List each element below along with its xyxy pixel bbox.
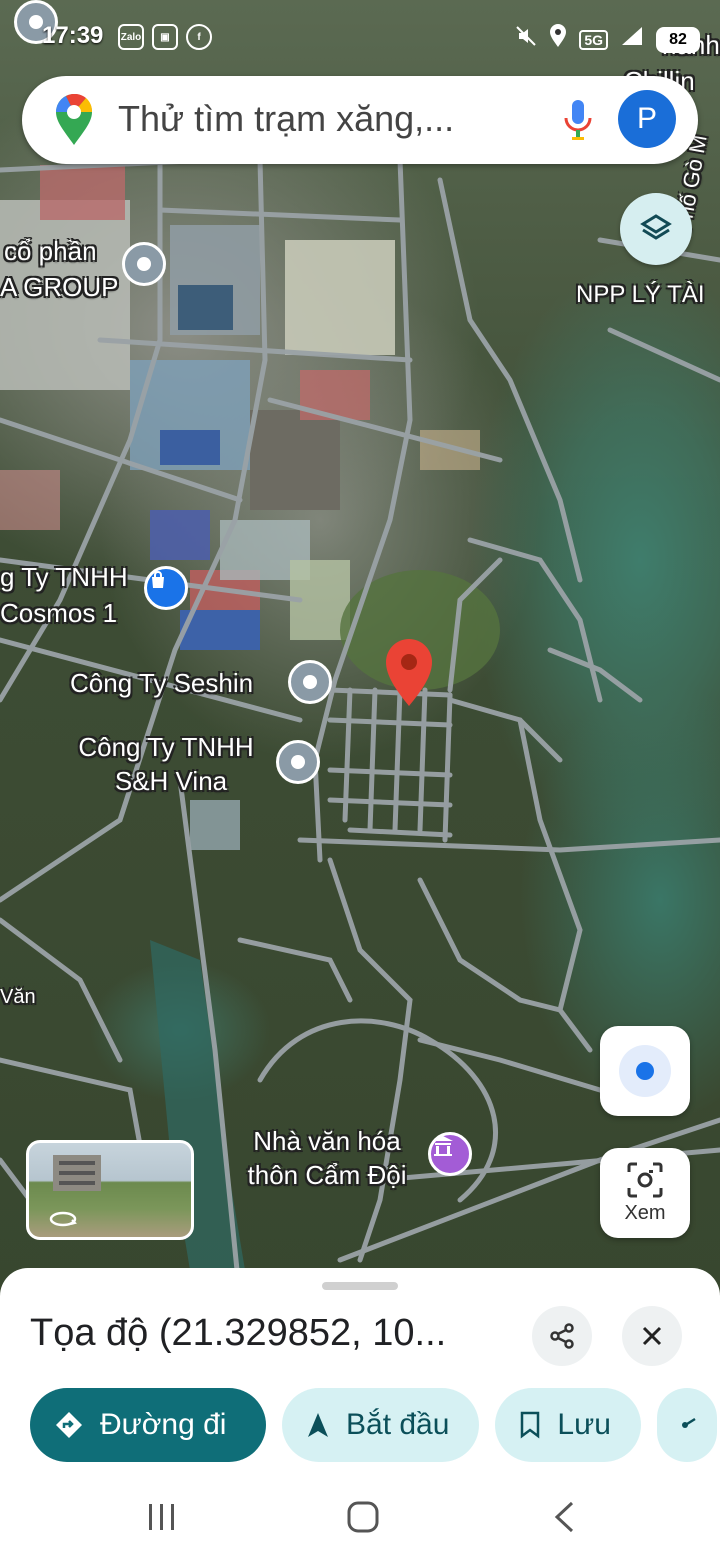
location-status-icon [549,24,567,55]
signal-icon [620,25,644,54]
close-button[interactable] [622,1306,682,1366]
search-placeholder[interactable]: Thử tìm trạm xăng,... [118,98,454,140]
start-label: Bắt đầu [346,1408,450,1441]
lens-view-button[interactable]: Xem [600,1148,690,1238]
zalo-icon: Zalo [118,24,144,50]
share-icon [550,1323,574,1349]
poi-pin-seshin[interactable] [288,660,332,704]
thumbnail-building [53,1155,101,1191]
map-label-company-1-line2: A GROUP [0,272,119,302]
action-chips: Đường đi Bắt đầu Lưu [30,1388,717,1462]
map-label-shvina-line2: S&H Vina [114,766,228,796]
account-avatar[interactable]: P [618,90,676,148]
battery-icon: 82 [656,26,700,53]
screenshot-icon: ▣ [152,24,178,50]
status-bar: 17:39 Zalo ▣ f 5G 82 [0,18,720,58]
map-label-seshin: Công Ty Seshin [70,668,254,698]
facebook-icon: f [186,24,212,50]
network-5g-icon: 5G [579,29,608,50]
share-button[interactable] [532,1306,592,1366]
share-chip-icon [681,1417,696,1428]
directions-button[interactable]: Đường đi [30,1388,266,1462]
map-label-company-1-line1: cổ phần [4,236,97,266]
temple-icon [433,1136,453,1156]
map-label-npp: NPP LÝ TÀI [576,281,705,308]
search-bar[interactable]: Thử tìm trạm xăng,... P [22,76,698,164]
save-button[interactable]: Lưu [495,1388,641,1462]
bookmark-icon [521,1411,540,1439]
coordinates-title: Tọa độ (21.329852, 10... [30,1312,447,1354]
drag-handle[interactable] [322,1282,398,1290]
poi-pin-culture-house[interactable] [428,1132,472,1176]
status-time: 17:39 [42,22,104,49]
save-label: Lưu [557,1408,611,1441]
map-label-culture-line2: thôn Cẩm Đội [247,1160,407,1190]
directions-icon [56,1412,82,1438]
google-maps-logo-icon [56,94,93,145]
mute-icon [515,25,537,54]
shopping-bag-icon [152,571,164,588]
back-icon[interactable] [552,1500,576,1534]
layers-icon [640,214,672,240]
layers-button[interactable] [620,193,692,265]
poi-pin-company-group[interactable] [122,242,166,286]
map-label-van: Văn [0,986,36,1008]
recent-apps-icon[interactable] [146,1500,178,1534]
map-label-shvina-line1: Công Ty TNHH [78,732,254,762]
360-rotate-icon [49,1211,77,1227]
directions-label: Đường đi [100,1408,227,1441]
camera-lens-icon [627,1162,663,1198]
poi-pin-shopping[interactable] [144,566,188,610]
my-location-button[interactable] [600,1026,690,1116]
poi-pin-shvina[interactable] [276,740,320,784]
microphone-icon[interactable] [562,98,594,142]
my-location-icon [619,1045,671,1097]
map-label-cosmos-line1: g Ty TNHH [0,562,128,592]
navigation-arrow-icon [308,1413,328,1437]
street-view-thumbnail[interactable] [26,1140,194,1240]
close-icon [642,1326,662,1346]
map-label-cosmos-line2: Cosmos 1 [0,598,118,628]
share-chip[interactable] [656,1388,717,1462]
system-nav-bar [0,1480,720,1560]
map-label-culture-line1: Nhà văn hóa [253,1126,401,1156]
home-icon[interactable] [346,1500,380,1534]
start-button[interactable]: Bắt đầu [282,1388,480,1462]
lens-label: Xem [624,1202,666,1224]
